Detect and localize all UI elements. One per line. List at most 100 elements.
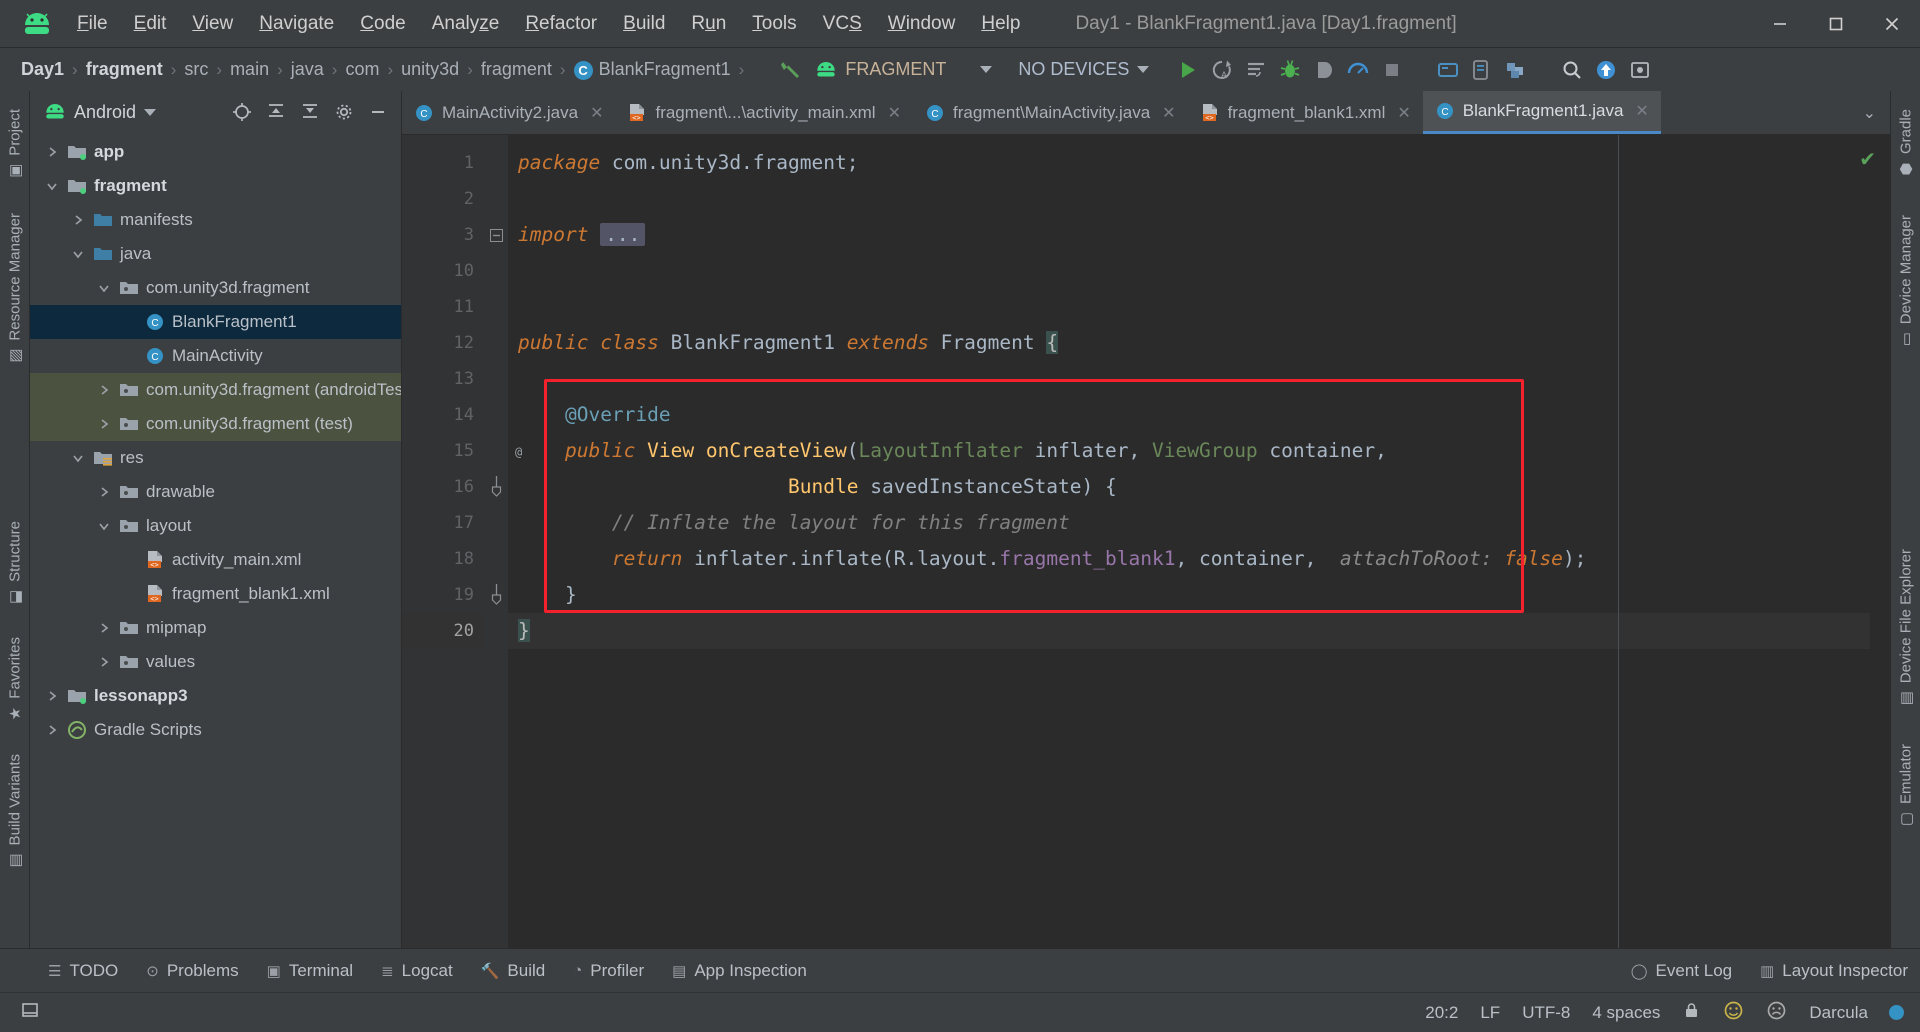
breadcrumb-segment[interactable]: unity3d bbox=[394, 56, 466, 83]
project-view-selector[interactable]: Android bbox=[74, 102, 136, 123]
line-number[interactable]: 3 bbox=[402, 217, 484, 253]
editor-tab[interactable]: C BlankFragment1.java ✕ bbox=[1422, 91, 1661, 134]
line-number[interactable]: 13 bbox=[402, 361, 484, 397]
code-folding-column[interactable] bbox=[484, 135, 508, 948]
apply-changes-and-restart-icon[interactable]: A bbox=[1205, 53, 1239, 87]
chevron-down-icon[interactable] bbox=[70, 452, 86, 464]
fold-marker[interactable] bbox=[484, 577, 508, 613]
frown-icon[interactable] bbox=[1755, 996, 1798, 1030]
sdk-manager-icon[interactable] bbox=[1465, 53, 1499, 87]
code-line[interactable] bbox=[508, 289, 1870, 325]
menu-navigate[interactable]: Navigate bbox=[246, 9, 347, 39]
tool-window-favorites[interactable]: ★ Favorites bbox=[1, 627, 29, 734]
code-line[interactable] bbox=[508, 181, 1870, 217]
line-separator[interactable]: LF bbox=[1469, 999, 1511, 1027]
tree-node[interactable]: C BlankFragment1 bbox=[30, 305, 401, 339]
breadcrumb-segment[interactable]: Day1 bbox=[14, 56, 71, 83]
menu-run[interactable]: Run bbox=[678, 9, 739, 39]
line-number[interactable]: 10 bbox=[402, 253, 484, 289]
chevron-right-icon[interactable] bbox=[96, 384, 112, 396]
menu-build[interactable]: Build bbox=[610, 9, 678, 39]
line-number[interactable]: 19 bbox=[402, 577, 484, 613]
chevron-down-icon[interactable] bbox=[144, 108, 157, 116]
code-line[interactable]: } bbox=[508, 613, 1870, 649]
code-text[interactable]: package com.unity3d.fragment; import ... p… bbox=[508, 135, 1870, 948]
debug-icon[interactable] bbox=[1273, 53, 1307, 87]
settings-gear-icon[interactable] bbox=[1623, 53, 1657, 87]
settings-gear-icon[interactable] bbox=[331, 99, 357, 125]
minimize-button[interactable] bbox=[1752, 0, 1808, 47]
smiley-icon[interactable] bbox=[1712, 996, 1755, 1030]
caret-position[interactable]: 20:2 bbox=[1414, 999, 1469, 1027]
code-line[interactable] bbox=[508, 253, 1870, 289]
chevron-right-icon[interactable] bbox=[96, 656, 112, 668]
avd-manager-icon[interactable] bbox=[1431, 53, 1465, 87]
lock-icon[interactable] bbox=[1671, 997, 1712, 1029]
tree-node[interactable]: layout bbox=[30, 509, 401, 543]
tree-node[interactable]: lessonapp3 bbox=[30, 679, 401, 713]
editor-tab[interactable]: C MainActivity2.java ✕ bbox=[402, 91, 615, 134]
hide-tool-windows-icon[interactable] bbox=[10, 997, 50, 1028]
code-line[interactable] bbox=[508, 361, 1870, 397]
expand-all-icon[interactable] bbox=[263, 99, 289, 125]
stop-icon[interactable] bbox=[1375, 53, 1409, 87]
tree-node[interactable]: drawable bbox=[30, 475, 401, 509]
close-icon[interactable]: ✕ bbox=[1635, 101, 1648, 121]
line-number[interactable]: 14 bbox=[402, 397, 484, 433]
search-icon[interactable] bbox=[1555, 53, 1589, 87]
tool-window-project[interactable]: ▣ Project bbox=[1, 99, 29, 191]
inspection-status-icon[interactable]: ✔ bbox=[1859, 147, 1876, 172]
menu-code[interactable]: Code bbox=[347, 9, 418, 39]
menu-analyze[interactable]: Analyze bbox=[419, 9, 513, 39]
breadcrumb-segment[interactable]: C BlankFragment1 bbox=[567, 56, 738, 83]
tool-window-device-manager[interactable]: ▭ Device Manager bbox=[1892, 205, 1920, 359]
code-line[interactable]: public View onCreateView(LayoutInflater … bbox=[508, 433, 1870, 469]
breadcrumb-segment[interactable]: java bbox=[284, 56, 331, 83]
vcs-update-icon[interactable] bbox=[1589, 53, 1623, 87]
line-number[interactable]: 11 bbox=[402, 289, 484, 325]
tree-node[interactable]: manifests bbox=[30, 203, 401, 237]
breadcrumb-segment[interactable]: fragment bbox=[474, 56, 559, 83]
tree-node[interactable]: <> fragment_blank1.xml bbox=[30, 577, 401, 611]
chevron-right-icon[interactable] bbox=[96, 418, 112, 430]
menu-window[interactable]: Window bbox=[875, 9, 969, 39]
fold-marker[interactable] bbox=[484, 217, 508, 253]
maximize-button[interactable] bbox=[1808, 0, 1864, 47]
breadcrumb-segment[interactable]: src bbox=[177, 56, 215, 83]
editor-scrollbar[interactable] bbox=[1870, 135, 1890, 948]
line-number[interactable]: 15 @ bbox=[402, 433, 523, 469]
menu-edit[interactable]: Edit bbox=[121, 9, 180, 39]
tool-window-button[interactable]: ⊙ Problems bbox=[134, 956, 250, 986]
breadcrumb-segment[interactable]: fragment bbox=[79, 56, 170, 83]
build-icon[interactable] bbox=[773, 53, 807, 87]
device-file-explorer-icon[interactable] bbox=[1499, 53, 1533, 87]
code-line[interactable]: @Override bbox=[508, 397, 1870, 433]
menu-tools[interactable]: Tools bbox=[739, 9, 809, 39]
line-number[interactable]: 18 bbox=[402, 541, 484, 577]
menu-vcs[interactable]: VCS bbox=[810, 9, 875, 39]
fold-marker[interactable] bbox=[484, 469, 508, 505]
tree-node[interactable]: <> activity_main.xml bbox=[30, 543, 401, 577]
code-editor[interactable]: 1 2 3 10 11 12 13 14 15 @16 17 18 19 20 package com.u… bbox=[402, 135, 1890, 948]
tool-window-button[interactable]: ◯ Event Log bbox=[1619, 956, 1744, 986]
code-line[interactable]: } bbox=[508, 577, 1870, 613]
run-configuration-selector[interactable]: FRAGMENT bbox=[807, 56, 1000, 83]
menu-refactor[interactable]: Refactor bbox=[512, 9, 610, 39]
line-number[interactable]: 17 bbox=[402, 505, 484, 541]
chevron-right-icon[interactable] bbox=[44, 724, 60, 736]
line-number[interactable]: 20 bbox=[402, 613, 484, 649]
breadcrumb-segment[interactable]: com bbox=[338, 56, 386, 83]
collapse-all-icon[interactable] bbox=[297, 99, 323, 125]
code-line[interactable]: import ... bbox=[508, 217, 1870, 253]
line-number-gutter[interactable]: 1 2 3 10 11 12 13 14 15 @16 17 18 19 20 bbox=[402, 135, 523, 948]
tree-node[interactable]: Gradle Scripts bbox=[30, 713, 401, 747]
editor-tab[interactable]: Cfragment\MainActivity.java ✕ bbox=[913, 91, 1188, 134]
tree-node[interactable]: res bbox=[30, 441, 401, 475]
menu-view[interactable]: View bbox=[179, 9, 246, 39]
code-line[interactable]: package com.unity3d.fragment; bbox=[508, 145, 1870, 181]
editor-tab[interactable]: <> fragment\...\activity_main.xml ✕ bbox=[615, 91, 913, 134]
profiler-icon[interactable] bbox=[1341, 53, 1375, 87]
chevron-down-icon[interactable] bbox=[70, 248, 86, 260]
line-number[interactable]: 12 bbox=[402, 325, 484, 361]
tree-node[interactable]: com.unity3d.fragment (androidTest) bbox=[30, 373, 401, 407]
